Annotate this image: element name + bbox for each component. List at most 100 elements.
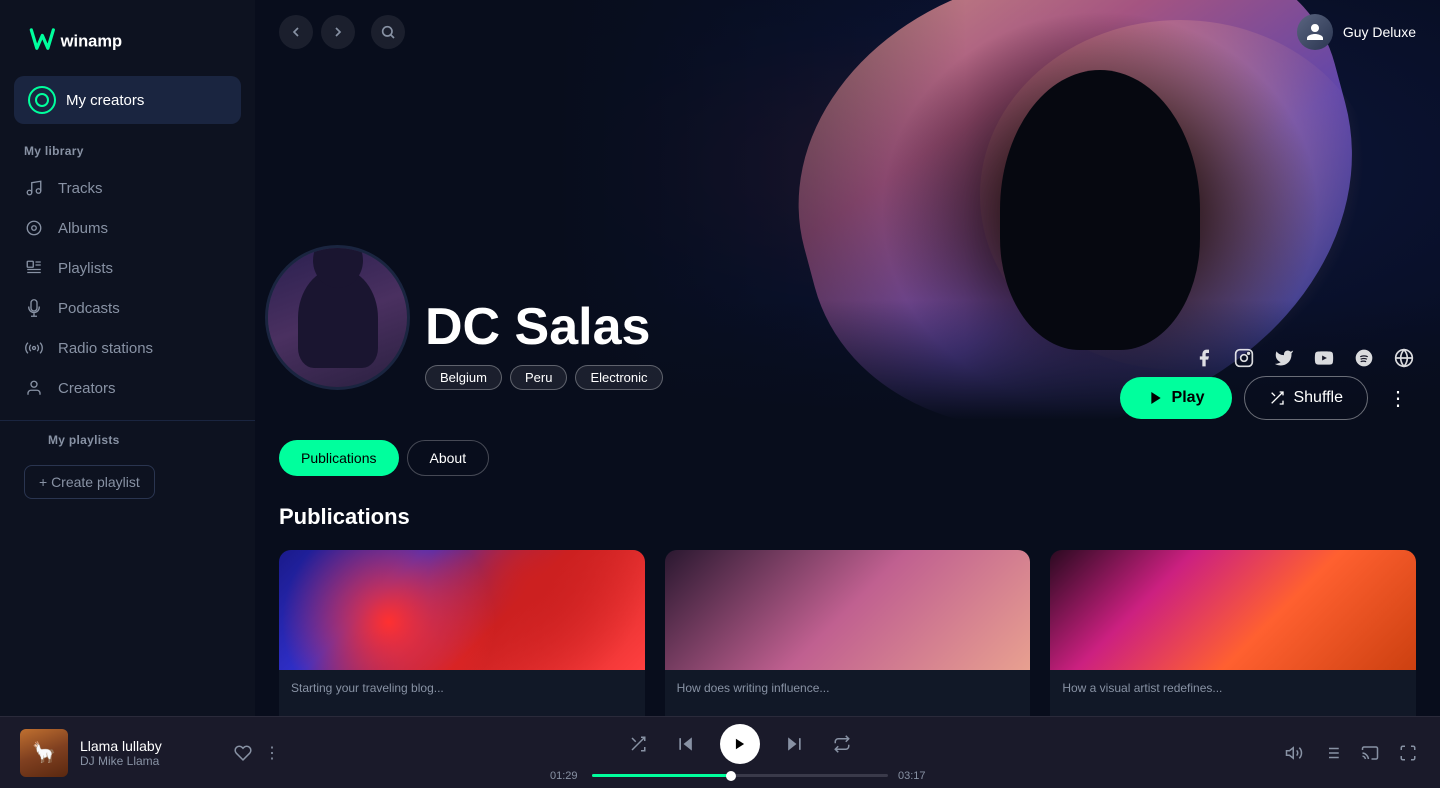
albums-icon [24, 218, 44, 238]
previous-button[interactable] [672, 730, 700, 758]
sidebar-item-podcasts[interactable]: Podcasts [0, 288, 255, 328]
cast-button[interactable] [1358, 741, 1382, 765]
person-silhouette [298, 268, 378, 368]
playlists-label: Playlists [58, 260, 113, 277]
pub-card-text-2: How does writing influence... [665, 670, 1031, 707]
artist-info: DC Salas Belgium Peru Electronic [425, 301, 663, 390]
track-thumbnail: 🦙 [20, 729, 68, 777]
publications-title: Publications [279, 504, 1416, 530]
shuffle-button[interactable]: Shuffle [1244, 376, 1368, 420]
sidebar-item-albums[interactable]: Albums [0, 208, 255, 248]
repeat-button[interactable] [828, 730, 856, 758]
list-item[interactable]: Starting your traveling blog... [279, 550, 645, 730]
next-button[interactable] [780, 730, 808, 758]
sidebar-item-tracks[interactable]: Tracks [0, 168, 255, 208]
search-button[interactable] [371, 15, 405, 49]
volume-button[interactable] [1282, 741, 1306, 765]
avatar [1297, 14, 1333, 50]
artist-tag-2[interactable]: Electronic [575, 365, 662, 390]
sidebar-divider [0, 420, 255, 421]
social-icons [1192, 346, 1416, 370]
like-button[interactable] [234, 744, 252, 762]
player-bar: 🦙 Llama lullaby DJ Mike Llama ⋮ [0, 716, 1440, 788]
publications-grid: Starting your traveling blog... How does… [279, 550, 1416, 730]
tab-publications[interactable]: Publications [279, 440, 399, 476]
action-buttons: Play Shuffle ⋮ [1120, 376, 1416, 420]
twitter-icon[interactable] [1272, 346, 1296, 370]
albums-label: Albums [58, 220, 108, 237]
player-controls [624, 724, 856, 764]
pub-card-image-2 [665, 550, 1031, 670]
globe-icon[interactable] [1392, 346, 1416, 370]
header: Guy Deluxe [255, 0, 1440, 64]
artist-avatar-inner [268, 248, 407, 387]
track-artist: DJ Mike Llama [80, 754, 222, 768]
publications-section: Publications Starting your traveling blo… [255, 476, 1440, 750]
navigation-controls [279, 15, 405, 49]
forward-button[interactable] [321, 15, 355, 49]
pub-card-text-3: How a visual artist redefines... [1050, 670, 1416, 707]
artist-tags: Belgium Peru Electronic [425, 365, 663, 390]
player-right-controls [1200, 741, 1420, 765]
pub-card-image-1 [279, 550, 645, 670]
pub-card-image-3 [1050, 550, 1416, 670]
instagram-icon[interactable] [1232, 346, 1256, 370]
tracks-label: Tracks [58, 180, 102, 197]
pub-card-text-1: Starting your traveling blog... [279, 670, 645, 707]
total-time: 03:17 [898, 770, 930, 782]
tab-about[interactable]: About [407, 440, 490, 476]
current-time: 01:29 [550, 770, 582, 782]
my-creators-icon [28, 86, 56, 114]
player-more-button[interactable]: ⋮ [264, 743, 280, 763]
facebook-icon[interactable] [1192, 346, 1216, 370]
more-options-button[interactable]: ⋮ [1380, 380, 1416, 416]
artist-name: DC Salas [425, 301, 663, 353]
library-section-title: My library [0, 144, 255, 168]
sidebar-item-radio[interactable]: Radio stations [0, 328, 255, 368]
fullscreen-button[interactable] [1396, 741, 1420, 765]
list-item[interactable]: How does writing influence... [665, 550, 1031, 730]
svg-text:winamp: winamp [60, 32, 122, 50]
player-track-info: 🦙 Llama lullaby DJ Mike Llama ⋮ [20, 729, 280, 777]
logo[interactable]: winamp [0, 0, 255, 76]
progress-fill [592, 774, 731, 777]
artist-tag-0[interactable]: Belgium [425, 365, 502, 390]
list-item[interactable]: How a visual artist redefines... [1050, 550, 1416, 730]
shuffle-control[interactable] [624, 730, 652, 758]
avatar-image [1297, 14, 1333, 50]
spotify-icon[interactable] [1352, 346, 1376, 370]
player-center: 01:29 03:17 [280, 724, 1200, 782]
radio-icon [24, 338, 44, 358]
radio-label: Radio stations [58, 340, 153, 357]
creators-label: Creators [58, 380, 116, 397]
podcasts-icon [24, 298, 44, 318]
play-button[interactable]: Play [1120, 377, 1233, 419]
player-progress: 01:29 03:17 [550, 770, 930, 782]
user-profile[interactable]: Guy Deluxe [1297, 14, 1416, 50]
artist-avatar [265, 245, 410, 390]
podcasts-label: Podcasts [58, 300, 120, 317]
my-creators-nav[interactable]: My creators [14, 76, 241, 124]
progress-thumb [726, 771, 736, 781]
my-creators-label: My creators [66, 92, 144, 109]
track-text: Llama lullaby DJ Mike Llama [80, 738, 222, 768]
playlists-icon [24, 258, 44, 278]
player-track-actions: ⋮ [234, 743, 280, 763]
track-thumbnail-inner: 🦙 [20, 729, 68, 777]
create-playlist-button[interactable]: + Create playlist [24, 465, 155, 499]
user-name: Guy Deluxe [1343, 24, 1416, 40]
artist-tag-1[interactable]: Peru [510, 365, 567, 390]
sidebar-item-playlists[interactable]: Playlists [0, 248, 255, 288]
back-button[interactable] [279, 15, 313, 49]
sidebar-item-creators[interactable]: Creators [0, 368, 255, 408]
main-content: DC Salas Belgium Peru Electronic [255, 0, 1440, 788]
playlists-section-title: My playlists [24, 433, 231, 457]
tracks-icon [24, 178, 44, 198]
tabs: Publications About [255, 420, 1440, 476]
queue-button[interactable] [1320, 741, 1344, 765]
track-title: Llama lullaby [80, 738, 222, 754]
youtube-icon[interactable] [1312, 346, 1336, 370]
play-pause-button[interactable] [720, 724, 760, 764]
creators-icon [24, 378, 44, 398]
progress-bar[interactable] [592, 774, 888, 777]
